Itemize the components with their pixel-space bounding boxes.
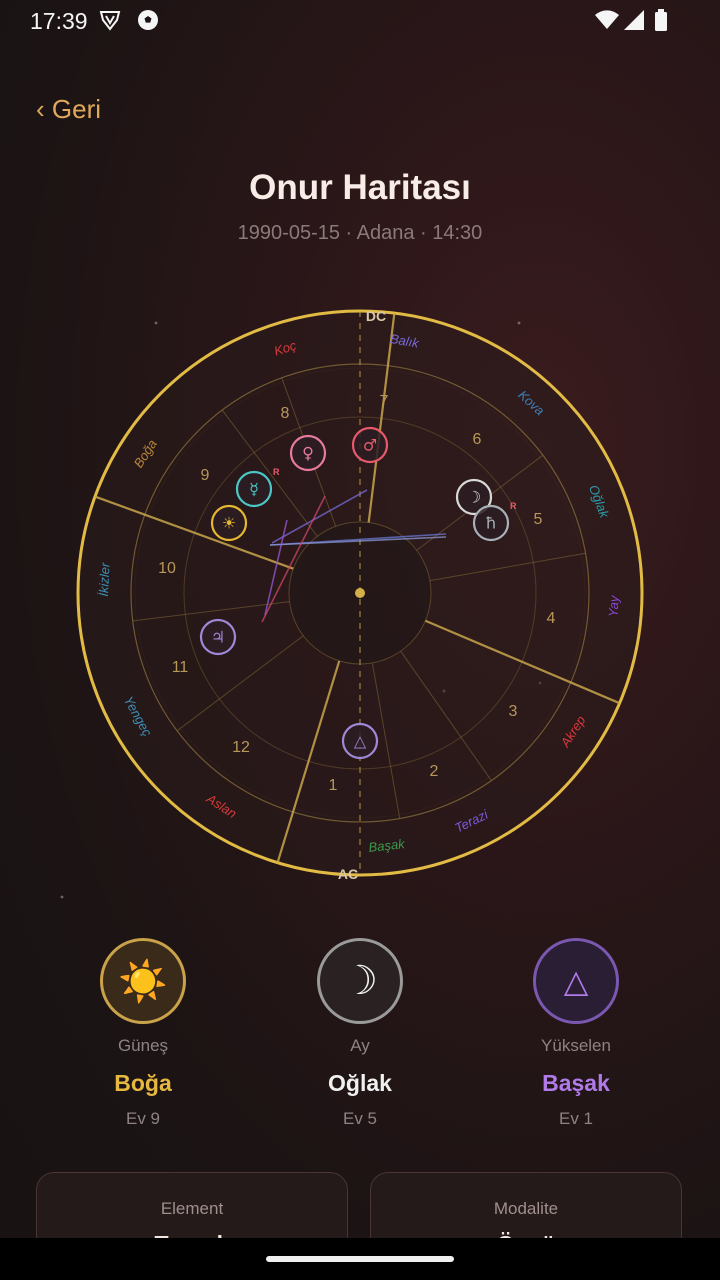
element-title: Element: [160, 1199, 224, 1218]
status-bar: 17:39: [0, 0, 720, 42]
mars-marker[interactable]: ♂: [351, 426, 389, 464]
ac-label: AC: [338, 866, 358, 882]
ascendant-icon: △: [354, 732, 367, 751]
sun-marker[interactable]: ☀: [210, 504, 248, 542]
house-number: 5: [534, 511, 543, 528]
venus-icon: ♀: [302, 444, 314, 463]
battery-icon: [654, 8, 668, 37]
back-button[interactable]: ‹ Geri: [36, 94, 101, 125]
dc-label: DC: [366, 308, 386, 324]
star-4: [154, 321, 158, 325]
house-number: 7: [380, 393, 389, 410]
rising-label: Yükselen: [541, 1036, 611, 1055]
sun-sign: Boğa: [114, 1070, 172, 1096]
retrograde-badge: R: [510, 501, 517, 511]
mercury-icon: ☿: [249, 480, 259, 499]
house-number: 12: [232, 739, 250, 756]
jupiter-icon: ♃: [211, 628, 225, 647]
ascendant-marker[interactable]: △: [341, 722, 379, 760]
sun-icon: ☀️: [100, 938, 186, 1024]
house-number: 4: [547, 610, 556, 627]
house-number: 6: [473, 431, 482, 448]
house-number: 11: [172, 659, 189, 676]
saturn-icon: ħ: [485, 514, 496, 533]
sun-label: Güneş: [117, 1036, 169, 1055]
page-title: Onur Haritası: [249, 168, 471, 207]
retrograde-badge: R: [273, 467, 280, 477]
moon-sign: Oğlak: [328, 1070, 392, 1096]
rising-summary[interactable]: △ Yükselen Başak Ev 1: [491, 938, 661, 1129]
sign-label: Yay: [606, 594, 622, 618]
house-number: 1: [329, 777, 338, 794]
moon-house: Ev 5: [342, 1109, 378, 1128]
status-time: 17:39: [30, 8, 88, 34]
house-number: 8: [281, 405, 290, 422]
sun-icon: ☀: [222, 514, 236, 533]
soccer-ball-icon: [136, 8, 160, 37]
chart-center: [355, 588, 365, 598]
star-9: [60, 895, 64, 899]
rising-sign: Başak: [542, 1070, 610, 1096]
venus-marker[interactable]: ♀: [289, 434, 327, 472]
mars-icon: ♂: [363, 436, 377, 455]
navigation-bar: [0, 1238, 720, 1280]
sun-house: Ev 9: [125, 1109, 161, 1128]
signal-icon: [622, 8, 646, 37]
moon-icon: ☽: [317, 938, 403, 1024]
sign-label: İkizler: [96, 562, 113, 597]
house-number: 2: [430, 763, 439, 780]
natal-chart-wheel: KoçBoğaİkizlerYengeçAslanBaşakTeraziAkre…: [60, 308, 644, 899]
house-number: 3: [509, 703, 518, 720]
house-number: 9: [201, 467, 210, 484]
home-gesture-handle[interactable]: [266, 1256, 454, 1262]
jupiter-marker[interactable]: ♃: [199, 618, 237, 656]
star-5: [517, 321, 521, 325]
moon-label: Ay: [350, 1036, 370, 1055]
moon-summary[interactable]: ☽ Ay Oğlak Ev 5: [275, 938, 445, 1129]
birth-info: 1990-05-15 · Adana · 14:30: [237, 222, 483, 244]
moon-icon: ☽: [467, 488, 481, 507]
sun-summary[interactable]: ☀️ Güneş Boğa Ev 9: [58, 938, 228, 1129]
rising-house: Ev 1: [558, 1109, 594, 1128]
vpn-shield-icon: [98, 8, 122, 37]
house-number: 10: [158, 560, 176, 577]
wifi-icon: [594, 8, 620, 37]
modality-title: Modalite: [493, 1199, 559, 1218]
triangle-icon: △: [533, 938, 619, 1024]
